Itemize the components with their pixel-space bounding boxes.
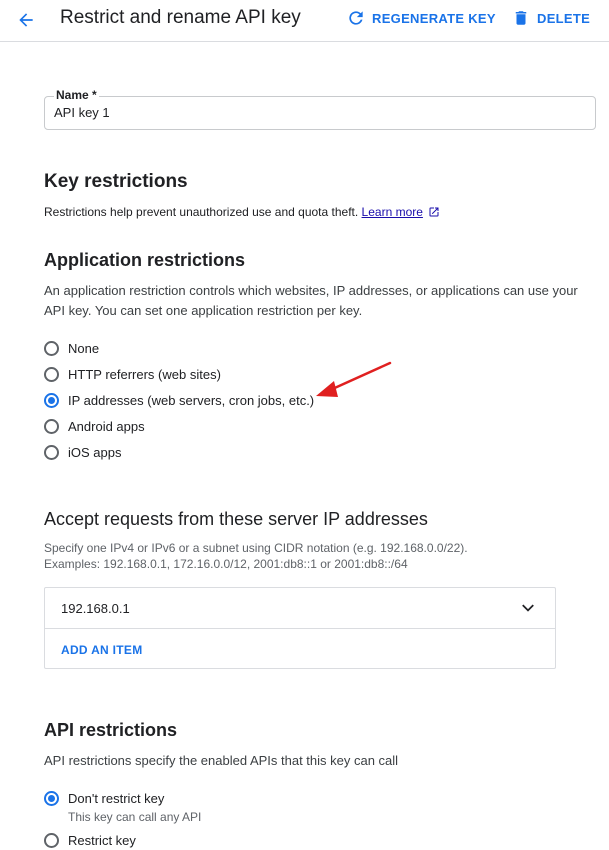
- delete-button[interactable]: DELETE: [512, 6, 590, 30]
- trash-icon: [515, 11, 527, 25]
- delete-label: DELETE: [537, 10, 591, 26]
- ip-section-title: Accept requests from these server IP add…: [44, 509, 428, 529]
- external-link-icon: [429, 207, 439, 217]
- radio-option-restrict-key[interactable]: Restrict key: [44, 833, 136, 848]
- page-title: Restrict and rename API key: [60, 7, 301, 28]
- radio-button-selected[interactable]: [44, 791, 59, 806]
- key-restrictions-text: Restrictions help prevent unauthorized u…: [44, 205, 359, 219]
- radio-button-selected[interactable]: [44, 393, 59, 408]
- radio-option-dont-restrict[interactable]: Don't restrict key: [44, 791, 164, 806]
- application-restrictions-title: Application restrictions: [44, 250, 246, 270]
- application-restrictions-description: An application restriction controls whic…: [44, 283, 578, 318]
- radio-option-ip-addresses[interactable]: IP addresses (web servers, cron jobs, et…: [44, 393, 314, 408]
- chevron-down-icon[interactable]: [521, 601, 535, 615]
- radio-label: Restrict key: [68, 833, 136, 848]
- api-restrictions-title: API restrictions: [44, 720, 178, 740]
- annotation-arrow-icon: [316, 361, 392, 397]
- radio-sublabel: This key can call any API: [68, 810, 202, 824]
- radio-button[interactable]: [44, 367, 59, 382]
- radio-label: IP addresses (web servers, cron jobs, et…: [68, 393, 315, 408]
- name-label: Name *: [54, 88, 99, 102]
- radio-option-none[interactable]: None: [44, 341, 99, 356]
- regenerate-key-button[interactable]: REGENERATE KEY: [346, 6, 496, 30]
- ip-description-line2: Examples: 192.168.0.1, 172.16.0.0/12, 20…: [44, 557, 408, 571]
- regenerate-key-label: REGENERATE KEY: [372, 10, 496, 26]
- page-header: Restrict and rename API key REGENERATE K…: [0, 0, 609, 42]
- key-restrictions-title: Key restrictions: [44, 171, 188, 192]
- radio-label: Android apps: [68, 419, 145, 434]
- radio-button[interactable]: [44, 833, 59, 848]
- learn-more-link[interactable]: Learn more: [362, 205, 423, 219]
- radio-button[interactable]: [44, 419, 59, 434]
- ip-list-item[interactable]: 192.168.0.1: [45, 588, 555, 629]
- add-item-button[interactable]: ADD AN ITEM: [61, 643, 143, 657]
- radio-option-android-apps[interactable]: Android apps: [44, 419, 145, 434]
- api-restrictions-description: API restrictions specify the enabled API…: [44, 753, 399, 768]
- radio-label: None: [68, 341, 100, 356]
- ip-value: 192.168.0.1: [61, 601, 130, 616]
- refresh-icon: [349, 11, 363, 25]
- radio-option-ios-apps[interactable]: iOS apps: [44, 445, 121, 460]
- name-field[interactable]: [44, 96, 596, 130]
- ip-description-line1: Specify one IPv4 or IPv6 or a subnet usi…: [44, 541, 468, 555]
- ip-list: 192.168.0.1 ADD AN ITEM: [44, 587, 556, 669]
- radio-label: HTTP referrers (web sites): [68, 367, 221, 382]
- radio-label: iOS apps: [68, 445, 122, 460]
- arrow-back-icon: [19, 13, 33, 27]
- name-input[interactable]: [54, 105, 574, 120]
- back-button[interactable]: [12, 6, 40, 34]
- radio-button[interactable]: [44, 445, 59, 460]
- key-restrictions-description: Restrictions help prevent unauthorized u…: [44, 202, 440, 222]
- radio-option-http-referrers[interactable]: HTTP referrers (web sites): [44, 367, 221, 382]
- radio-button[interactable]: [44, 341, 59, 356]
- radio-label: Don't restrict key: [68, 791, 165, 806]
